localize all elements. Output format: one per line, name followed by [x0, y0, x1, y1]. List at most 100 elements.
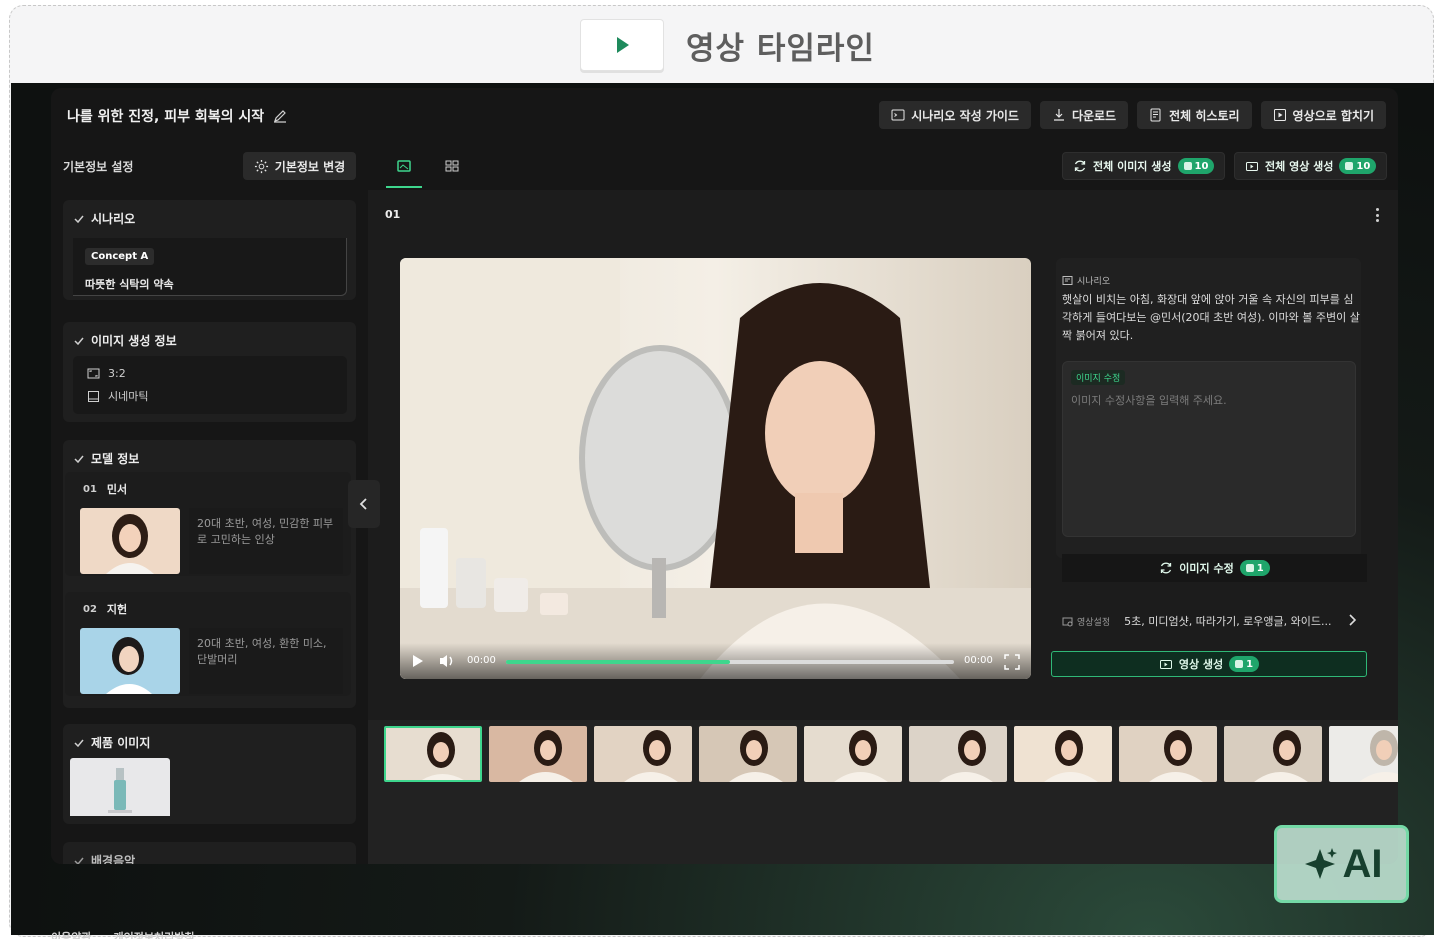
video-frame: [400, 258, 1031, 679]
model-item[interactable]: 02 지헌 20대 초반, 여성, 환한 미소, 단발머리: [65, 592, 351, 696]
scene-thumbnail[interactable]: [1224, 726, 1322, 782]
history-icon: [1150, 108, 1161, 122]
credit-badge: 10: [1177, 158, 1215, 174]
tab-grid-view-icon[interactable]: [444, 158, 460, 174]
video-settings-row[interactable]: 영상설정 5초, 미디엄샷, 따라가기, 로우앵글, 와이드...: [1062, 608, 1367, 634]
chevron-left-icon: [359, 498, 367, 510]
bgm-card: 배경음악: [63, 842, 356, 864]
model-photo: [80, 508, 180, 574]
model-item[interactable]: 01 민서 20대 초반, 여성, 민감한 피부로 고민하는 인상: [65, 472, 351, 576]
scene-thumbnail[interactable]: [699, 726, 797, 782]
edit-basic-info-button[interactable]: 기본정보 변경: [243, 152, 356, 180]
topbar: 나를 위한 진정, 피부 회복의 시작 시나리오 작성 가이드 다운로드 전체 …: [51, 88, 1398, 142]
scene-thumbnail[interactable]: [1014, 726, 1112, 782]
scene-thumbnail[interactable]: [1329, 726, 1398, 782]
concept-item[interactable]: Concept A 따뜻한 식탁의 약속: [73, 238, 347, 296]
volume-icon[interactable]: [438, 653, 456, 669]
product-photo[interactable]: [70, 758, 170, 824]
model-description: 20대 초반, 여성, 환한 미소, 단발머리: [189, 628, 343, 694]
terms-link[interactable]: 이용약관: [51, 929, 91, 939]
project-title: 나를 위한 진정, 피부 회복의 시작: [67, 106, 288, 126]
play-icon: [617, 37, 629, 53]
scene-thumbnail[interactable]: [804, 726, 902, 782]
fullscreen-icon[interactable]: [1004, 654, 1020, 670]
video-settings-value: 5초, 미디엄샷, 따라가기, 로우앵글, 와이드...: [1124, 615, 1332, 628]
model-description: 20대 초반, 여성, 민감한 피부로 고민하는 인상: [189, 508, 343, 574]
video-generate-icon: [1159, 660, 1172, 669]
timeline-header: 영상 타임라인: [580, 19, 875, 71]
check-icon: [74, 739, 84, 747]
bgm-title: 배경음악: [91, 854, 136, 864]
concept-text: 따뜻한 식탁의 약속: [85, 278, 174, 291]
collapse-sidebar-button[interactable]: [348, 480, 380, 528]
ai-assistant-button[interactable]: AI: [1274, 825, 1409, 903]
ratio-value: 3:2: [108, 367, 126, 380]
video-progress-fill: [506, 660, 730, 664]
pencil-icon[interactable]: [272, 108, 288, 124]
model-photo-image: [80, 628, 180, 694]
download-button[interactable]: 다운로드: [1039, 101, 1129, 129]
history-button[interactable]: 전체 히스토리: [1137, 101, 1252, 129]
footer-links: 이용약관 개인정보처리방침: [51, 929, 194, 939]
generate-all-videos-button[interactable]: 전체 영상 생성 10: [1234, 152, 1388, 180]
product-photo-image: [70, 758, 170, 816]
terminal-icon: [891, 109, 905, 121]
model-name: 민서: [106, 483, 128, 496]
scenario-text: 햇살이 비치는 아침, 화장대 앞에 앉아 거울 속 자신의 피부를 심각하게 …: [1062, 293, 1360, 342]
gear-icon: [254, 159, 268, 173]
image-edit-box[interactable]: 이미지 수정 이미지 수정사항을 입력해 주세요.: [1062, 361, 1356, 537]
chevron-right-icon[interactable]: [1347, 614, 1357, 626]
sparkle-icon: [1304, 848, 1337, 879]
refresh-icon: [1161, 562, 1172, 574]
merge-video-button[interactable]: 영상으로 합치기: [1260, 101, 1386, 129]
scene-thumbnail[interactable]: [489, 726, 587, 782]
video-player[interactable]: 00:00 00:00: [400, 258, 1031, 679]
model-info-card: 모델 정보 01 민서 20대 초반, 여성, 민감한 피부로 고민하는 인상: [63, 440, 356, 708]
model-photo-image: [80, 508, 180, 574]
image-info-inner: 3:2 시네마틱: [73, 356, 347, 414]
tab-single-view-icon[interactable]: [396, 158, 412, 174]
model-photo: [80, 628, 180, 694]
main-area: 전체 이미지 생성 10 전체 영상 생성 10 01 00:00 00:00 …: [368, 142, 1398, 864]
scenario-icon: [1062, 276, 1073, 285]
scenario-card-title: 시나리오: [91, 212, 136, 226]
credit-badge: 1: [1229, 656, 1260, 672]
credit-badge: 1: [1239, 560, 1270, 576]
scenario-guide-button[interactable]: 시나리오 작성 가이드: [879, 101, 1031, 129]
sidebar-heading: 기본정보 설정: [63, 160, 134, 174]
model-info-title: 모델 정보: [91, 452, 140, 466]
video-progress-bar[interactable]: [506, 660, 954, 664]
project-title-text: 나를 위한 진정, 피부 회복의 시작: [67, 109, 265, 125]
image-info-title: 이미지 생성 정보: [91, 334, 177, 348]
generate-all-images-button[interactable]: 전체 이미지 생성 10: [1062, 152, 1226, 180]
play-icon[interactable]: [412, 654, 424, 668]
scene-thumbnail[interactable]: [384, 726, 482, 782]
video-controls: 00:00 00:00: [400, 643, 1031, 679]
scene-number: 01: [385, 208, 401, 221]
refresh-icon: [1074, 160, 1086, 172]
image-edit-input[interactable]: 이미지 수정사항을 입력해 주세요.: [1071, 392, 1227, 408]
model-number: 01: [83, 483, 97, 495]
play-button[interactable]: [580, 19, 664, 71]
image-edit-tag: 이미지 수정: [1071, 370, 1126, 385]
product-image-title: 제품 이미지: [91, 736, 151, 750]
model-name: 지헌: [106, 603, 128, 616]
scene-thumbnail[interactable]: [1119, 726, 1217, 782]
video-generate-icon: [1246, 162, 1258, 171]
scene-thumbnail-strip: [368, 708, 1398, 864]
scenario-card: 시나리오 Concept A 따뜻한 식탁의 약속: [63, 200, 356, 300]
video-play-icon: [1273, 109, 1286, 121]
more-options-icon[interactable]: [1376, 208, 1380, 222]
tabs-row: 전체 이미지 생성 10 전체 영상 생성 10: [368, 142, 1398, 190]
scene-thumbnail[interactable]: [909, 726, 1007, 782]
image-edit-button[interactable]: 이미지 수정 1: [1062, 554, 1367, 582]
scene-thumbnail[interactable]: [594, 726, 692, 782]
image-style-icon: [88, 390, 99, 402]
check-icon: [74, 857, 84, 864]
generate-video-button[interactable]: 영상 생성 1: [1051, 651, 1367, 677]
top-actions: 시나리오 작성 가이드 다운로드 전체 히스토리 영상으로 합치기: [879, 101, 1386, 129]
scenario-label: 시나리오: [1077, 277, 1111, 287]
privacy-link[interactable]: 개인정보처리방침: [113, 929, 194, 939]
video-settings-icon: [1062, 617, 1073, 626]
credit-badge: 10: [1339, 158, 1377, 174]
